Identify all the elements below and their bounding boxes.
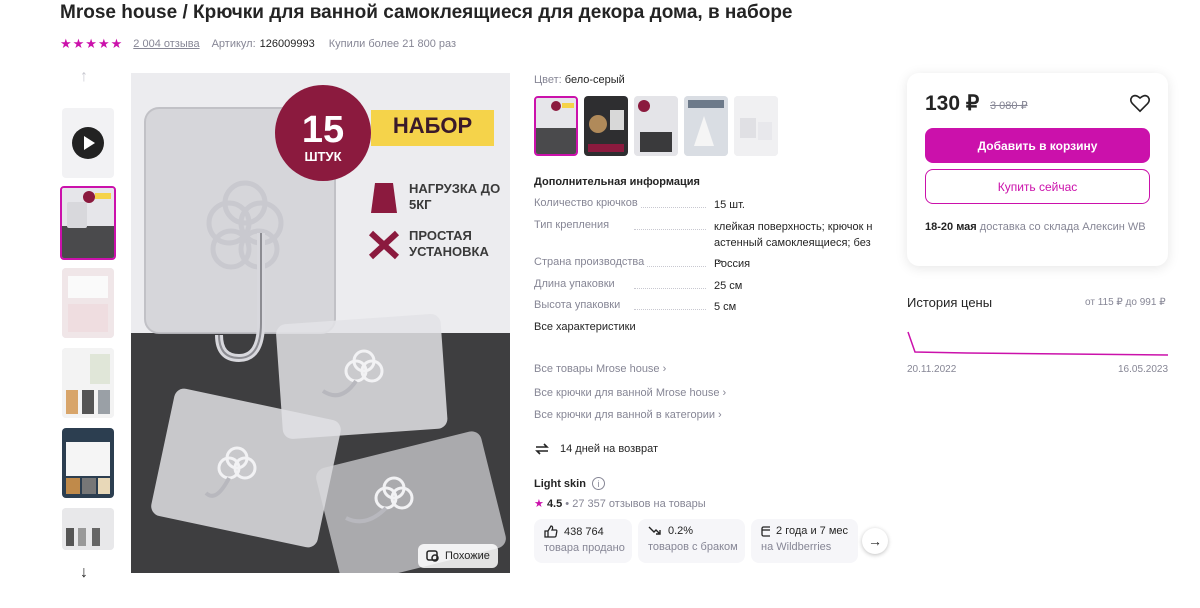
stat-age-value: 2 года и 7 мес (776, 525, 848, 537)
image-tag: НАБОР (392, 113, 473, 138)
thumbnail-3[interactable] (62, 348, 114, 418)
brand-all-link[interactable]: Все товары Mrose house › (534, 363, 666, 375)
spec-key-text: Тип крепления (534, 219, 613, 231)
badge-number: 15 (301, 109, 345, 151)
brand-rating-text: • 27 357 отзывов на товары (565, 498, 706, 510)
calendar-icon (761, 526, 771, 537)
color-swatch-1[interactable] (534, 96, 578, 156)
brand-name-row: Light skin i (534, 477, 605, 490)
swatch-3-image (634, 96, 678, 156)
heart-icon[interactable] (1129, 93, 1151, 113)
stat-sold-label: товара продано (544, 542, 625, 554)
play-icon (72, 127, 104, 159)
current-price: 130 ₽ (925, 92, 980, 115)
thumbs-down-arrow-icon[interactable]: ↓ (80, 564, 88, 582)
spec-key: Тип крепления (534, 219, 706, 231)
feature-load: НАГРУЗКА ДО 5КГ (409, 181, 501, 212)
similar-label: Похожие (445, 550, 490, 562)
spec-key-text: Высота упаковки (534, 299, 624, 311)
buy-card: 130 ₽ 3 080 ₽ Добавить в корзину Купить … (907, 73, 1168, 266)
spec-key-text: Количество крючков (534, 197, 641, 209)
swatch-1-image (536, 98, 576, 154)
delivery-text: доставка со склада Алексин WB (979, 221, 1146, 233)
brand-name[interactable]: Light skin (534, 478, 586, 490)
thumbs-up-arrow-icon[interactable]: ↑ (80, 68, 88, 86)
old-price: 3 080 ₽ (990, 100, 1028, 112)
thumbnail-1[interactable] (60, 186, 116, 260)
thumbnail-5-image (62, 508, 114, 550)
additional-info-title: Дополнительная информация (534, 176, 700, 188)
brand-rating-value: 4.5 (546, 498, 563, 510)
thumbnail-5[interactable] (62, 508, 114, 550)
spec-value: 25 см (714, 280, 743, 292)
rating-stars[interactable]: ★★★★★ (60, 36, 123, 52)
main-product-image[interactable]: 15 ШТУК НАБОР НАГРУЗКА ДО 5КГ ПРОСТАЯ УС… (131, 73, 510, 573)
swatch-2-image (584, 96, 628, 156)
spec-value: 15 шт. (714, 199, 745, 211)
price-history-start-date: 20.11.2022 (907, 364, 957, 375)
badge-unit: ШТУК (304, 149, 342, 164)
swatch-4-image (684, 96, 728, 156)
spec-key: Страна производства (534, 256, 706, 268)
delivery-date: 18-20 мая (925, 221, 977, 233)
thumbs-up-icon (544, 525, 558, 538)
delivery-info: 18-20 мая доставка со склада Алексин WB (925, 220, 1150, 235)
price-history-title: История цены (907, 295, 993, 310)
thumbnail-1-image (62, 188, 114, 258)
color-swatch-5[interactable] (734, 96, 778, 156)
color-swatch-2[interactable] (584, 96, 628, 156)
add-to-cart-button[interactable]: Добавить в корзину (925, 128, 1150, 163)
price-history-end-date: 16.05.2023 (1118, 364, 1169, 375)
spec-key: Высота упаковки (534, 299, 706, 311)
trend-down-icon (648, 526, 661, 535)
reviews-link[interactable]: 2 004 отзыва (133, 38, 199, 50)
spec-key-text: Страна производства (534, 256, 648, 268)
stat-sold-value: 438 764 (564, 525, 604, 538)
info-icon[interactable]: i (591, 477, 605, 490)
color-swatch-4[interactable] (684, 96, 728, 156)
return-policy: 14 дней на возврат (534, 442, 658, 456)
brand-rating: ★ 4.5 • 27 357 отзывов на товары (534, 497, 706, 510)
feature-install: ПРОСТАЯ УСТАНОВКА (409, 228, 489, 259)
color-value: бело-серый (564, 74, 625, 86)
stat-defects-value: 0.2% (668, 525, 694, 537)
price-history-range: от 115 ₽ до 991 ₽ (1085, 297, 1166, 308)
star-icon: ★ (534, 498, 544, 510)
product-meta: ★★★★★ 2 004 отзыва Артикул: 126009993 Ку… (60, 36, 456, 52)
color-swatch-3[interactable] (634, 96, 678, 156)
brand-category-link[interactable]: Все крючки для ванной Mrose house › (534, 387, 726, 399)
category-link[interactable]: Все крючки для ванной в категории › (534, 409, 722, 421)
thumbnail-2[interactable] (62, 268, 114, 338)
thumbnail-2-image (62, 268, 114, 338)
thumbnail-video[interactable] (62, 108, 114, 178)
stat-sold: 438 764 товара продано (534, 519, 632, 563)
sku-label: Артикул: (211, 38, 256, 50)
buy-now-button[interactable]: Купить сейчас (925, 169, 1150, 204)
spec-value: 5 см (714, 301, 737, 313)
color-label: Цвет: бело-серый (534, 74, 625, 86)
spec-key-text: Длина упаковки (534, 278, 618, 290)
similar-icon (426, 550, 439, 562)
swatch-5-image (734, 96, 778, 156)
thumbnail-4[interactable] (62, 428, 114, 498)
stats-next-button[interactable]: → (862, 528, 888, 554)
return-icon (535, 443, 549, 455)
similar-button[interactable]: Похожие (418, 544, 498, 568)
stat-defects-label: товаров с браком (648, 541, 738, 553)
color-label-text: Цвет: (534, 74, 562, 86)
bought-count: Купили более 21 800 раз (328, 38, 457, 50)
spec-key: Количество крючков (534, 197, 706, 209)
stat-defects: 0.2% товаров с браком (638, 519, 745, 563)
thumbnail-4-image (62, 428, 114, 498)
spec-value: Россия (714, 258, 751, 270)
spec-key: Длина упаковки (534, 278, 706, 290)
thumbnail-3-image (62, 348, 114, 418)
price-history-chart[interactable] (907, 322, 1168, 362)
return-text: 14 дней на возврат (560, 443, 658, 455)
stat-age-label: на Wildberries (761, 541, 832, 553)
all-specs-link[interactable]: Все характеристики (534, 321, 636, 333)
product-title: Mrose house / Крючки для ванной самоклея… (60, 2, 793, 23)
stat-age: 2 года и 7 мес на Wildberries (751, 519, 858, 563)
sku-value[interactable]: 126009993 (260, 38, 315, 50)
